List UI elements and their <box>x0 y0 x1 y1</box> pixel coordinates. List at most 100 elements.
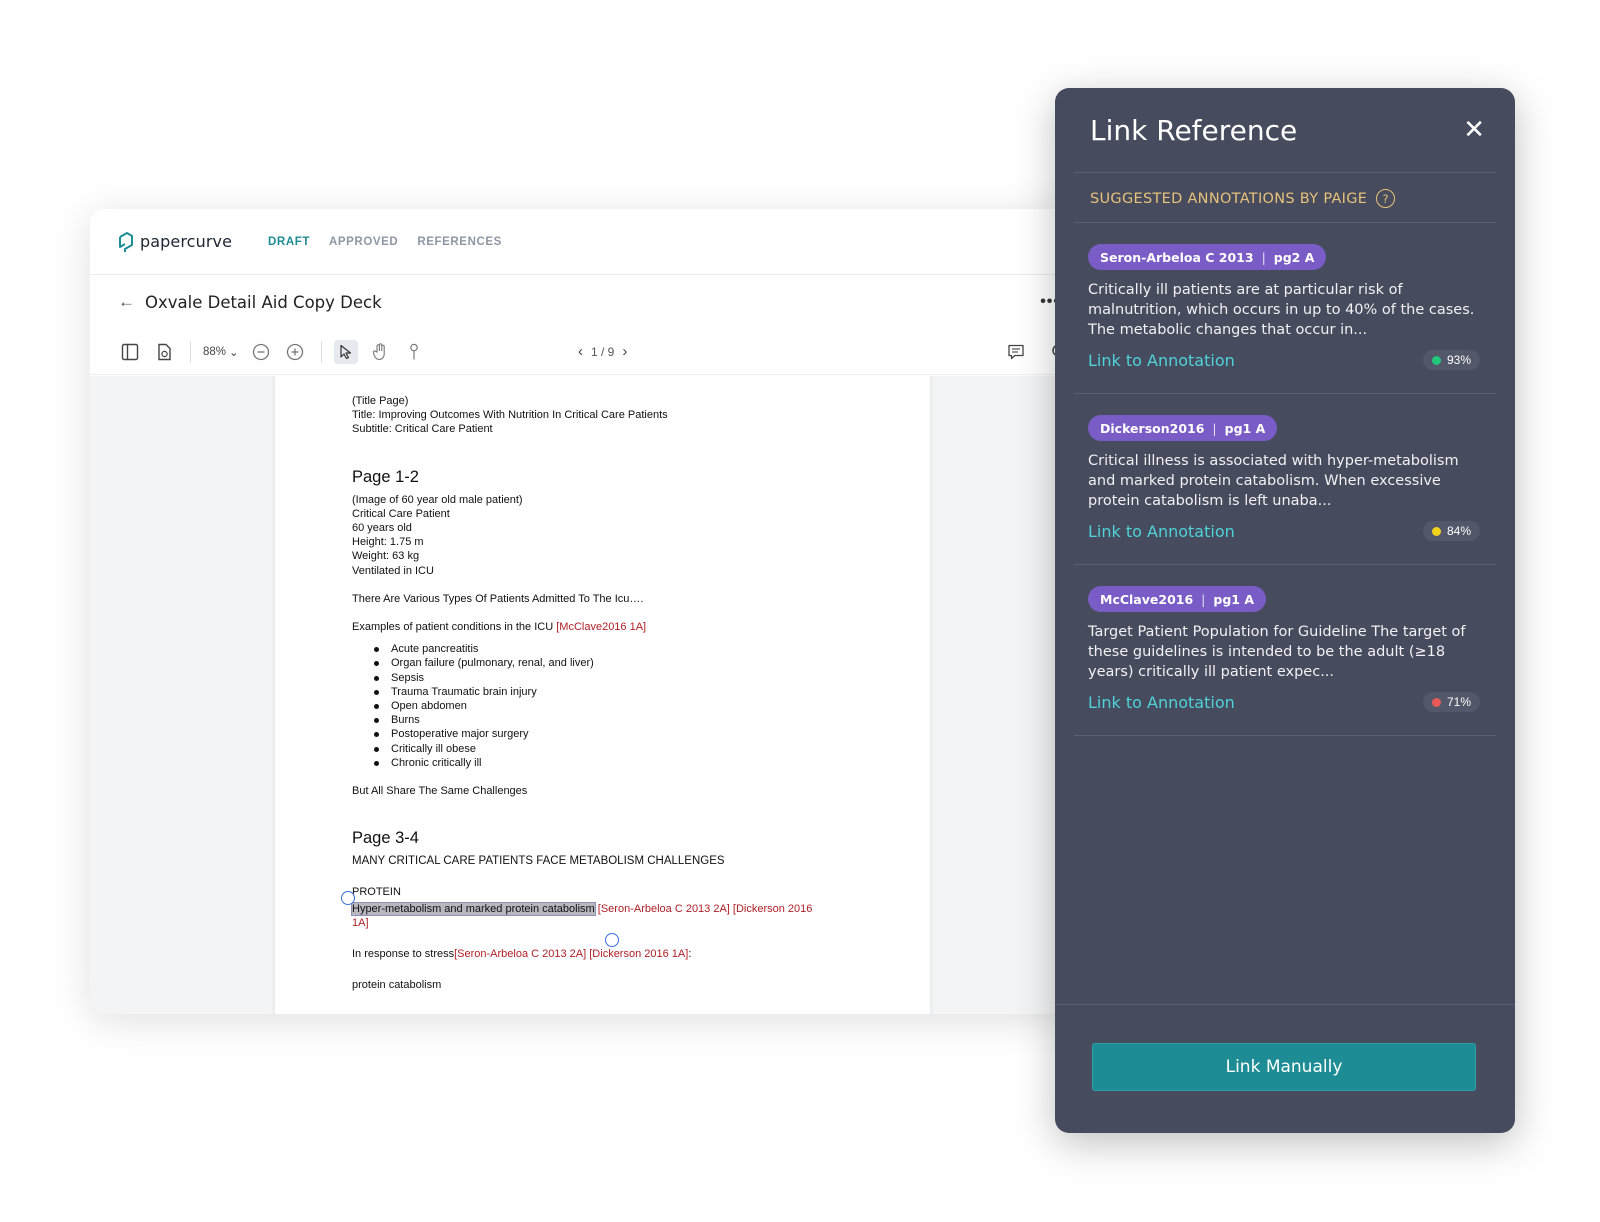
reference-source: Dickerson2016 <box>1100 420 1205 436</box>
match-score: 93% <box>1446 353 1471 367</box>
close-icon[interactable]: ✕ <box>1463 116 1485 142</box>
suggested-annotations-text: SUGGESTED ANNOTATIONS BY PAIGE <box>1090 190 1368 207</box>
divider <box>1074 393 1496 394</box>
patient-line: Weight: 63 kg <box>352 550 420 563</box>
reference-page: pg1 A <box>1224 420 1266 436</box>
top-navigation: papercurve DRAFT APPROVED REFERENCES <box>90 209 1090 275</box>
examples-text: Examples of patient conditions in the IC… <box>352 621 557 634</box>
link-reference-panel: Link Reference ✕ SUGGESTED ANNOTATIONS B… <box>1055 88 1515 1133</box>
divider <box>1074 735 1496 736</box>
document-title: Oxvale Detail Aid Copy Deck <box>145 292 382 312</box>
zoom-value: 88% <box>203 345 227 358</box>
patient-line: (Image of 60 year old male patient) <box>352 493 523 506</box>
annotation-card: McClave2016 | pg1 A Target Patient Populat… <box>1088 586 1480 712</box>
metabolism-heading: MANY CRITICAL CARE PATIENTS FACE METABOL… <box>352 855 725 868</box>
annotation-excerpt: Critical illness is associated with hype… <box>1088 453 1459 509</box>
reference-page: pg1 A <box>1213 591 1255 607</box>
list-item: Trauma Traumatic brain injury <box>374 685 930 699</box>
divider <box>1055 1004 1515 1005</box>
sidebar-toggle-icon[interactable] <box>118 340 142 364</box>
reference-citation[interactable]: [Seron-Arbeloa C 2013 2A] [Dickerson 201… <box>598 903 813 915</box>
chevron-down-icon: ⌄ <box>229 346 239 359</box>
same-challenges-line: But All Share The Same Challenges <box>352 785 528 798</box>
document-refresh-icon[interactable] <box>152 340 176 364</box>
tab-references[interactable]: REFERENCES <box>417 236 502 248</box>
patient-line: Height: 1.75 m <box>352 536 424 549</box>
list-item: Chronic critically ill <box>374 756 930 770</box>
subtitle-line: Subtitle: Critical Care Patient <box>352 423 493 436</box>
comments-icon[interactable] <box>1004 340 1028 364</box>
patient-line: 60 years old <box>352 522 412 535</box>
reference-citation[interactable]: [Seron-Arbeloa C 2013 2A] [Dickerson 201… <box>454 948 688 960</box>
brand-name: papercurve <box>140 232 233 251</box>
examples-line: Examples of patient conditions in the IC… <box>352 620 930 634</box>
selection-end-handle[interactable] <box>605 933 619 947</box>
document-header: ← Oxvale Detail Aid Copy Deck ••• <box>90 275 1090 329</box>
reference-tag: McClave2016 | pg1 A <box>1088 586 1267 612</box>
zoom-out-icon[interactable] <box>249 340 273 364</box>
papercurve-logo-icon <box>118 231 134 253</box>
text-selection-highlight[interactable]: Hyper-metabolism and marked protein cata… <box>351 901 596 916</box>
zoom-in-icon[interactable] <box>283 340 307 364</box>
match-score-badge: 84% <box>1422 521 1480 541</box>
zoom-select[interactable]: 88% ⌄ <box>203 345 239 359</box>
reference-source: Seron-Arbeloa C 2013 <box>1100 249 1254 265</box>
stress-end: : <box>688 948 692 961</box>
brand-logo[interactable]: papercurve <box>118 231 232 253</box>
stress-line: In response to stress[Seron-Arbeloa C 20… <box>352 947 930 961</box>
annotation-excerpt: Critically ill patients are at particula… <box>1088 282 1475 338</box>
pointer-icon[interactable] <box>333 339 358 364</box>
tab-approved[interactable]: APPROVED <box>329 236 398 248</box>
help-icon[interactable]: ? <box>1376 189 1396 208</box>
score-dot-icon <box>1431 526 1441 536</box>
match-score: 71% <box>1446 695 1471 709</box>
link-to-annotation-button[interactable]: Link to Annotation <box>1088 693 1235 712</box>
title-line: Title: Improving Outcomes With Nutrition… <box>352 409 668 422</box>
link-to-annotation-button[interactable]: Link to Annotation <box>1088 351 1235 370</box>
page-navigator: ‹ 1 / 9 › <box>578 343 627 360</box>
divider <box>1074 172 1496 173</box>
protein-label: PROTEIN <box>352 886 401 899</box>
list-item: Burns <box>374 713 930 727</box>
reference-citation[interactable]: [McClave2016 1A] <box>556 621 646 633</box>
score-dot-icon <box>1431 355 1441 365</box>
tab-draft[interactable]: DRAFT <box>268 236 310 248</box>
annotation-card: Dickerson2016 | pg1 A Critical illness is … <box>1088 415 1480 541</box>
toolbar-divider <box>190 340 191 363</box>
conditions-list: Acute pancreatitis Organ failure (pulmon… <box>374 642 930 770</box>
chevron-left-icon[interactable]: ‹ <box>578 343 583 360</box>
title-page-line: (Title Page) <box>352 395 409 407</box>
link-to-annotation-button[interactable]: Link to Annotation <box>1088 522 1235 541</box>
stress-text: In response to stress <box>352 948 455 961</box>
hand-icon[interactable] <box>368 340 392 364</box>
page-3-4-heading: Page 3-4 <box>352 829 419 848</box>
list-item: Sepsis <box>374 671 930 685</box>
page-indicator: 1 / 9 <box>591 344 615 359</box>
patient-line: Critical Care Patient <box>352 507 450 520</box>
panel-title: Link Reference <box>1090 114 1298 147</box>
divider <box>1074 222 1496 223</box>
annotation-excerpt: Target Patient Population for Guideline … <box>1088 624 1466 680</box>
list-item: Open abdomen <box>374 699 930 713</box>
list-item: Organ failure (pulmonary, renal, and liv… <box>374 656 930 670</box>
match-score-badge: 93% <box>1422 350 1480 370</box>
document-page[interactable]: (Title Page) Title: Improving Outcomes W… <box>275 376 930 1014</box>
various-types-line: There Are Various Types Of Patients Admi… <box>352 592 644 605</box>
reference-source: McClave2016 <box>1100 591 1194 607</box>
reference-tag: Seron-Arbeloa C 2013 | pg2 A <box>1088 244 1327 270</box>
toolbar-divider <box>320 340 322 363</box>
annotation-card: Seron-Arbeloa C 2013 | pg2 A Critically il… <box>1088 244 1480 370</box>
score-dot-icon <box>1431 697 1441 707</box>
selection-start-handle[interactable] <box>341 891 355 905</box>
document-canvas[interactable]: (Title Page) Title: Improving Outcomes W… <box>90 376 1090 1014</box>
reference-citation-continued[interactable]: 1A] <box>352 916 930 930</box>
document-toolbar: 88% ⌄ ‹ 1 / 9 › <box>90 329 1090 375</box>
list-item: Critically ill obese <box>374 742 930 756</box>
link-manually-button[interactable]: Link Manually <box>1092 1043 1476 1091</box>
arrow-left-icon[interactable]: ← <box>118 292 135 312</box>
highlighted-paragraph: Hyper-metabolism and marked protein cata… <box>351 901 930 916</box>
reference-tag: Dickerson2016 | pg1 A <box>1088 415 1278 441</box>
match-score: 84% <box>1446 524 1471 538</box>
pin-icon[interactable] <box>402 340 426 364</box>
chevron-right-icon[interactable]: › <box>622 343 627 360</box>
